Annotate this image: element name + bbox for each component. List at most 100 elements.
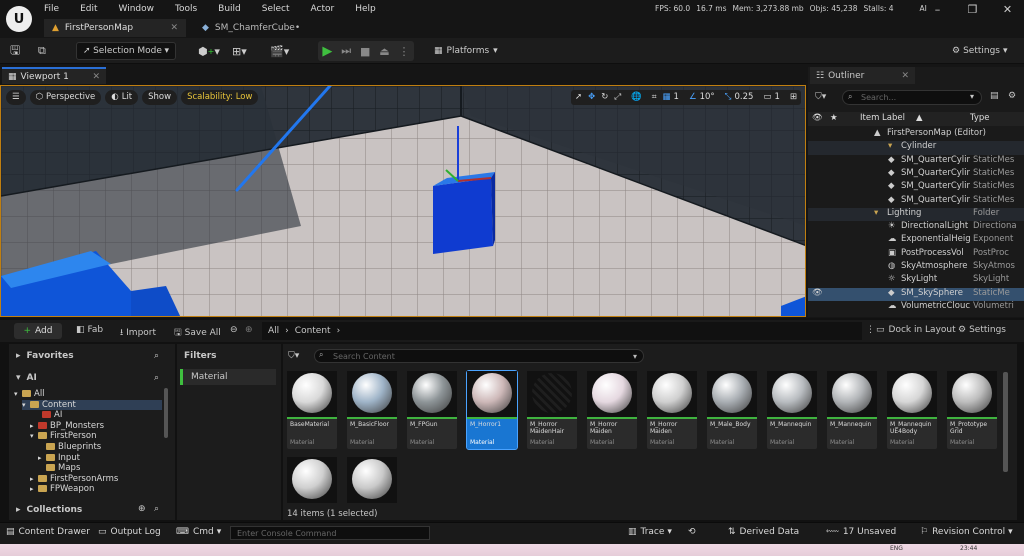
lit-button[interactable]: ◐ Lit	[105, 89, 139, 105]
folder-tree-item[interactable]: ▾ Content	[22, 399, 162, 410]
close-window-icon[interactable]: ✕	[990, 3, 1024, 16]
outliner-row[interactable]: ◍ SkyAtmosphere SkyAtmos	[808, 261, 1024, 274]
import-button[interactable]: ⭳ Import	[120, 325, 156, 341]
content-drawer-button[interactable]: ▤ Content Drawer	[6, 527, 90, 537]
favorites-section[interactable]: ▸ Favorites	[16, 351, 74, 361]
fab-button[interactable]: ◧ Fab	[76, 325, 103, 335]
tree-scrollbar[interactable]	[164, 388, 168, 438]
add-actor-icon[interactable]: ⬢ + ▾	[198, 42, 220, 60]
camera-speed-icon[interactable]: ▭	[763, 92, 771, 102]
cmd-dropdown[interactable]: ⌨ Cmd ▾	[176, 527, 221, 537]
chevron-right-icon[interactable]: ▸	[30, 475, 38, 483]
show-button[interactable]: Show	[142, 89, 178, 105]
settings-icon[interactable]: ⚙	[1008, 91, 1016, 101]
rotation-snap-icon[interactable]: ∠	[689, 92, 697, 102]
language-indicator[interactable]: ENG	[890, 545, 903, 552]
filter-icon[interactable]: ⛉▾	[815, 92, 826, 102]
rotation-snap-value[interactable]: 10°	[700, 92, 715, 102]
select-icon[interactable]: ➚	[575, 92, 582, 102]
viewport-options-button[interactable]: ☰	[6, 89, 26, 105]
save-all-button[interactable]: 🖫 Save All	[174, 325, 221, 341]
source-control-icon[interactable]: ⧉	[38, 42, 46, 60]
save-icon[interactable]: 🖫	[10, 42, 20, 60]
asset-tile[interactable]: M_FPGun Material	[407, 371, 457, 449]
outliner-row[interactable]: ▾ Cylinder	[808, 141, 1024, 155]
visibility-icon[interactable]: 👁	[812, 288, 823, 298]
outliner-row[interactable]: ☁ VolumetricClouc Volumetri	[808, 301, 1024, 314]
filter-dropdown-icon[interactable]: ⛉▾	[288, 351, 299, 361]
folder-tree-item[interactable]: ▸ Input	[38, 453, 80, 463]
revision-control-button[interactable]: ⚐ Revision Control ▾	[920, 527, 1013, 537]
asset-tile[interactable]	[287, 457, 337, 503]
close-icon[interactable]: ✕	[901, 71, 909, 81]
asset-scrollbar[interactable]	[1003, 372, 1008, 472]
chevron-down-icon[interactable]: ▾	[970, 92, 974, 101]
asset-tile[interactable]: M_BasicFloor Material	[347, 371, 397, 449]
scale-snap-value[interactable]: 0.25	[734, 92, 753, 102]
maximize-icon[interactable]: ❐	[955, 3, 990, 16]
stop-button[interactable]: ■	[360, 45, 370, 58]
folder-tree-item[interactable]: ▸ FirstPersonArms	[30, 474, 118, 484]
asset-tile[interactable]: M_Male_Body Material	[707, 371, 757, 449]
perspective-button[interactable]: ⬡ Perspective	[29, 89, 102, 105]
column-item-label[interactable]: Item Label	[860, 113, 905, 123]
outliner-row[interactable]: ◆ SM_QuarterCylir StaticMes	[808, 155, 1024, 168]
scene-render[interactable]	[1, 86, 806, 317]
menu-help[interactable]: Help	[355, 4, 376, 14]
blueprint-icon[interactable]: ⊞▾	[232, 42, 247, 60]
tab-first-person-map[interactable]: ▲ FirstPersonMap ✕	[44, 19, 186, 37]
cinematics-icon[interactable]: 🎬▾	[270, 42, 289, 60]
close-icon[interactable]: ✕	[170, 23, 178, 33]
eject-button[interactable]: ⏏	[379, 45, 389, 58]
filter-material[interactable]: Material	[180, 369, 276, 385]
menu-actor[interactable]: Actor	[311, 4, 335, 14]
outliner-row[interactable]: ☀ DirectionalLight Directiona	[808, 221, 1024, 234]
close-icon[interactable]: ✕	[92, 72, 100, 82]
asset-tile[interactable]: M_Mannequin Material	[767, 371, 817, 449]
search-icon[interactable]: ⌕	[154, 373, 159, 383]
camera-speed-value[interactable]: 1	[774, 92, 779, 102]
layout-icon[interactable]: ⊞	[790, 92, 797, 102]
sync-icon[interactable]: ⟲	[688, 527, 696, 537]
chevron-right-icon[interactable]: ▸	[30, 422, 38, 430]
grid-snap-value[interactable]: 1	[674, 92, 679, 102]
outliner-row[interactable]: ◆ SM_QuarterCylir StaticMes	[808, 168, 1024, 181]
more-options-icon[interactable]: ⋮	[399, 45, 410, 58]
asset-tile[interactable]: M_Horror Maiden Material	[587, 371, 637, 449]
add-folder-icon[interactable]: ▤	[990, 91, 999, 101]
play-button[interactable]: ▶	[322, 44, 332, 59]
folder-tree-item[interactable]: Blueprints	[38, 442, 101, 452]
selection-mode-dropdown[interactable]: ➚ Selection Mode ▾	[76, 42, 176, 60]
search-icon[interactable]: ⌕	[154, 351, 159, 361]
scalability-button[interactable]: Scalability: Low	[181, 89, 259, 105]
tab-chamfer-cube[interactable]: ◆ SM_ChamferCube•	[194, 19, 324, 37]
world-icon[interactable]: 🌐	[631, 92, 642, 102]
chevron-right-icon[interactable]: ▸	[38, 454, 46, 462]
asset-tile[interactable]: M_Prototype Grid Material	[947, 371, 997, 449]
outliner-row[interactable]: 👁 ◆ SM_SkySphere StaticMe	[808, 287, 1024, 301]
asset-tile[interactable]: M_Horror1 Material	[466, 370, 518, 450]
menu-select[interactable]: Select	[262, 4, 290, 14]
rotate-icon[interactable]: ↻	[601, 92, 608, 102]
folder-tree-item[interactable]: ▾ FirstPerson	[30, 431, 96, 441]
asset-tile[interactable]: M_Mannequin UE4Body Material	[887, 371, 937, 449]
breadcrumb-content[interactable]: Content	[295, 326, 331, 336]
chevron-down-icon[interactable]: ▾	[14, 390, 22, 398]
asset-tile[interactable]: M_Horror Maiden Material	[647, 371, 697, 449]
back-icon[interactable]: ⊖	[230, 325, 238, 335]
outliner-row[interactable]: ▣ PostProcessVol PostProc	[808, 248, 1024, 261]
output-log-button[interactable]: ▭ Output Log	[98, 527, 161, 537]
cb-settings-button[interactable]: ⚙ Settings	[958, 325, 1006, 335]
collections-section[interactable]: ▸ Collections	[16, 505, 82, 515]
search-icon[interactable]: ⌕	[154, 504, 159, 514]
derived-data-button[interactable]: ⇅ Derived Data	[728, 527, 799, 537]
asset-tile[interactable]: BaseMaterial Material	[287, 371, 337, 449]
chevron-down-icon[interactable]: ▾	[22, 401, 30, 409]
folder-tree-item[interactable]: ▸ FPWeapon	[30, 484, 94, 494]
settings-button[interactable]: ⚙ Settings ▾	[952, 42, 1008, 60]
add-button[interactable]: + Add	[14, 323, 62, 339]
menu-file[interactable]: File	[44, 4, 59, 14]
menu-edit[interactable]: Edit	[80, 4, 97, 14]
outliner-row[interactable]: ☁ ExponentialHeig Exponent	[808, 234, 1024, 247]
outliner-row[interactable]: ◆ SM_QuarterCylir StaticMes	[808, 181, 1024, 194]
